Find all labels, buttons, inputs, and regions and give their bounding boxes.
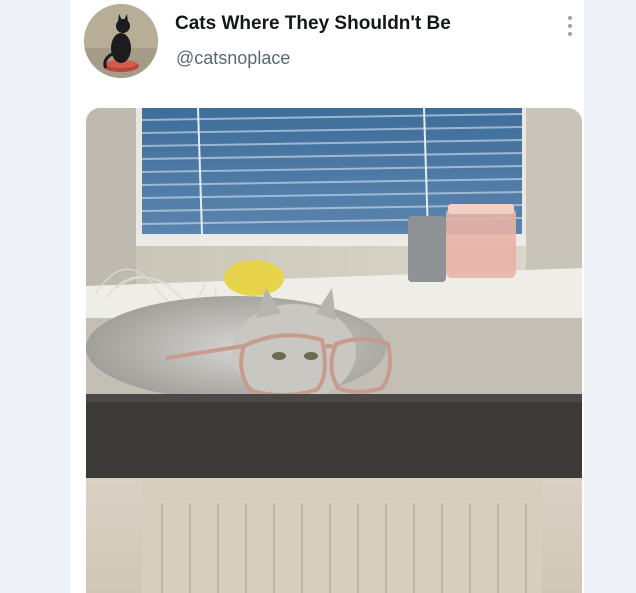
avatar-image (84, 4, 158, 78)
post-image[interactable] (86, 108, 582, 593)
cat-photo (86, 108, 582, 593)
handle[interactable]: @catsnoplace (176, 48, 290, 69)
more-vertical-icon[interactable] (560, 12, 580, 40)
tweet-card: Cats Where They Shouldn't Be @catsnoplac… (70, 0, 584, 593)
display-name[interactable]: Cats Where They Shouldn't Be (175, 13, 451, 35)
avatar[interactable] (84, 4, 158, 78)
